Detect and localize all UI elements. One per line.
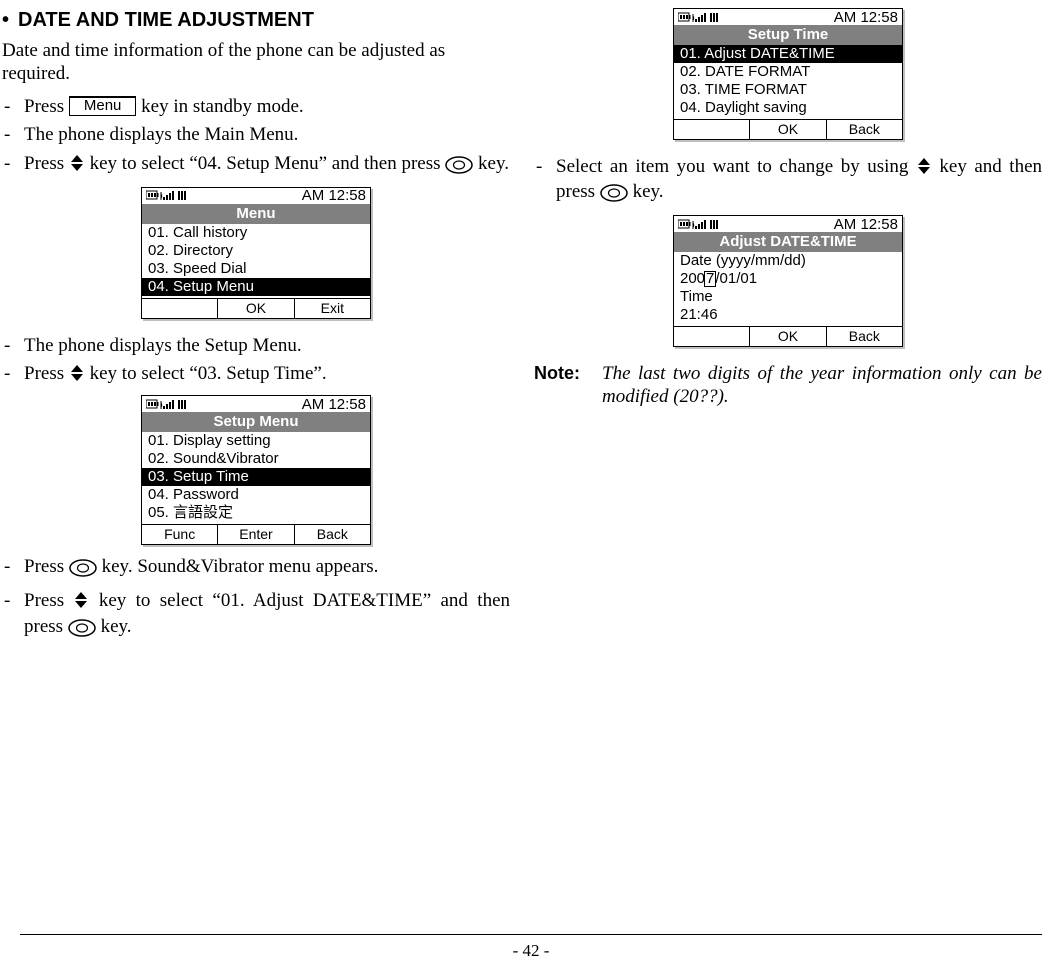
menu-item: 01. Display setting — [142, 432, 370, 450]
time-value: 21:46 — [674, 306, 902, 324]
up-down-key-icon — [69, 154, 85, 179]
menu-key-icon: Menu — [69, 96, 137, 116]
phone-screen-menu: AM 12:58 Menu 01. Call history 02. Direc… — [141, 187, 371, 319]
note-label: Note: — [534, 363, 590, 409]
up-down-key-icon — [73, 591, 89, 616]
menu-item: 02. DATE FORMAT — [674, 63, 902, 81]
step: Press key to select “04. Setup Menu” and… — [2, 153, 510, 181]
menu-item: 02. Sound&Vibrator — [142, 450, 370, 468]
softkey-enter: Enter — [217, 525, 293, 544]
menu-item: 03. Speed Dial — [142, 260, 370, 278]
menu-item: 01. Call history — [142, 224, 370, 242]
softkey-exit: Exit — [294, 299, 370, 318]
softkey-func: Func — [142, 525, 217, 544]
date-label: Date (yyyy/mm/dd) — [674, 252, 902, 270]
step: Press key to select “01. Adjust DATE&TIM… — [2, 590, 510, 644]
up-down-key-icon — [916, 157, 932, 182]
enter-key-icon — [68, 619, 96, 644]
up-down-key-icon — [69, 364, 85, 389]
step: Press key. Sound&Vibrator menu appears. — [2, 556, 510, 584]
step: The phone displays the Setup Menu. — [2, 335, 510, 358]
menu-item: 02. Directory — [142, 242, 370, 260]
menu-item-selected: 01. Adjust DATE&TIME — [674, 45, 902, 63]
softkey-bar: OK Back — [674, 326, 902, 346]
screen-title: Setup Time — [674, 25, 902, 45]
softkey-bar: OK Back — [674, 119, 902, 139]
enter-key-icon — [69, 559, 97, 584]
status-icons — [678, 12, 722, 24]
step: Select an item you want to change by usi… — [534, 156, 1042, 210]
menu-item-selected: 03. Setup Time — [142, 468, 370, 486]
step: Press key to select “03. Setup Time”. — [2, 363, 510, 389]
menu-item: 04. Daylight saving — [674, 99, 902, 117]
note-body: The last two digits of the year informat… — [602, 363, 1042, 409]
softkey-back: Back — [294, 525, 370, 544]
menu-item-selected: 04. Setup Menu — [142, 278, 370, 296]
status-icons — [146, 190, 190, 202]
menu-item: 04. Password — [142, 486, 370, 504]
softkey-ok: OK — [749, 327, 825, 346]
softkey-ok: OK — [217, 299, 293, 318]
section-heading: •DATE AND TIME ADJUSTMENT — [2, 8, 510, 32]
step: Press Menu key in standby mode. — [2, 96, 510, 119]
screen-title: Menu — [142, 204, 370, 224]
note: Note: The last two digits of the year in… — [534, 363, 1042, 409]
status-time: AM 12:58 — [302, 187, 366, 205]
enter-key-icon — [445, 156, 473, 181]
screen-title: Setup Menu — [142, 412, 370, 432]
menu-item: 03. TIME FORMAT — [674, 81, 902, 99]
page-number: - 42 - — [20, 934, 1042, 961]
status-icons — [678, 219, 722, 231]
status-icons — [146, 399, 190, 411]
status-time: AM 12:58 — [834, 9, 898, 27]
date-value: 2007/01/01 — [674, 270, 902, 288]
softkey-back: Back — [826, 327, 902, 346]
softkey-ok: OK — [749, 120, 825, 139]
status-time: AM 12:58 — [834, 216, 898, 234]
intro-text: Date and time information of the phone c… — [2, 40, 510, 86]
step: The phone displays the Main Menu. — [2, 124, 510, 147]
menu-item: 05. 言語設定 — [142, 504, 370, 522]
softkey-bar: OK Exit — [142, 298, 370, 318]
phone-screen-setup-time: AM 12:58 Setup Time 01. Adjust DATE&TIME… — [673, 8, 903, 140]
status-time: AM 12:58 — [302, 396, 366, 414]
softkey-back: Back — [826, 120, 902, 139]
screen-title: Adjust DATE&TIME — [674, 232, 902, 252]
phone-screen-adjust-date-time: AM 12:58 Adjust DATE&TIME Date (yyyy/mm/… — [673, 215, 903, 347]
enter-key-icon — [600, 184, 628, 209]
phone-screen-setup-menu: AM 12:58 Setup Menu 01. Display setting … — [141, 395, 371, 545]
time-label: Time — [674, 288, 902, 306]
softkey-bar: Func Enter Back — [142, 524, 370, 544]
